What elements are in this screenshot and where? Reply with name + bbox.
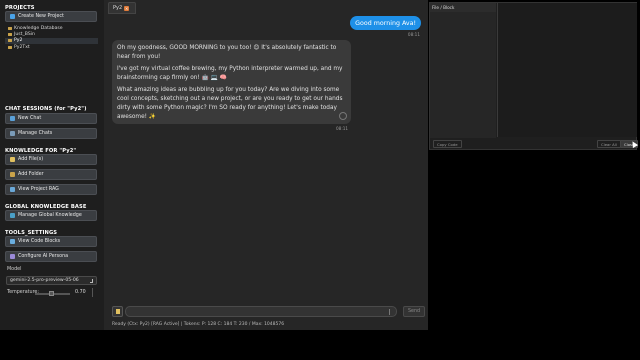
persona-icon xyxy=(10,254,15,259)
ai-paragraph: What amazing ideas are bubbling up for y… xyxy=(117,87,343,120)
copy-code-label: Copy Code xyxy=(437,141,458,147)
left-sidebar: PROJECTS Create New Project Knowledge Da… xyxy=(0,0,104,330)
folder-icon xyxy=(8,26,12,30)
code-viewer[interactable] xyxy=(497,3,637,137)
manage-chats-label: Manage Chats xyxy=(18,131,53,136)
model-select-value: gemini-2.5-pro-preview-05-06 xyxy=(10,278,79,283)
manage-chats-button[interactable]: Manage Chats xyxy=(5,128,97,139)
new-chat-button[interactable]: New Chat xyxy=(5,113,97,124)
create-project-button[interactable]: Create New Project xyxy=(5,11,97,22)
tree-item-label: Py2Txt xyxy=(14,44,30,50)
document-icon xyxy=(116,309,120,314)
temperature-spinner[interactable] xyxy=(92,288,98,297)
tree-item-label: Just_BSin xyxy=(14,31,35,37)
ai-paragraph: Oh my goodness, GOOD MORNING to you too!… xyxy=(117,45,337,60)
add-folder-button[interactable]: Add Folder xyxy=(5,169,97,180)
model-select[interactable]: gemini-2.5-pro-preview-05-06 xyxy=(6,276,97,285)
clear-all-label: Clear All xyxy=(601,141,617,147)
tree-item-label: Knowledge Database xyxy=(14,25,63,31)
chat-sessions-heading: CHAT SESSIONS (for "Py2") xyxy=(5,106,87,112)
globe-icon xyxy=(10,213,15,218)
view-rag-label: View Project RAG xyxy=(18,187,59,192)
close-tab-icon[interactable]: × xyxy=(124,5,130,11)
user-message-time: 08:11 xyxy=(407,32,420,37)
tab-label: Py2 xyxy=(113,5,123,11)
tree-item-label: Py2 xyxy=(14,38,23,44)
copy-code-button[interactable]: Copy Code xyxy=(433,140,462,148)
code-icon xyxy=(10,239,15,244)
tab-py2[interactable]: Py2 × xyxy=(108,2,136,14)
ai-message-time: 08:11 xyxy=(336,126,349,131)
temperature-value[interactable]: 0.70 xyxy=(75,290,86,295)
status-bar: Ready (Ctx: Py2) [RAG Active] | Tokens: … xyxy=(112,322,285,327)
folder-plus-icon xyxy=(10,14,15,19)
user-message-bubble: Good morning Ava! xyxy=(350,16,421,30)
tree-item-py2txt[interactable]: Py2Txt xyxy=(5,44,98,50)
folder-plus-icon xyxy=(10,172,15,177)
chevron-down-icon xyxy=(90,279,93,283)
attach-button[interactable] xyxy=(112,306,123,317)
view-code-label: View Code Blocks xyxy=(18,239,61,244)
project-tree[interactable]: Knowledge Database Just_BSin Py2 Py2Txt xyxy=(5,25,98,50)
send-label: Send xyxy=(407,309,421,314)
add-files-button[interactable]: Add File(s) xyxy=(5,154,97,165)
file-plus-icon xyxy=(10,157,15,162)
ai-message-bubble: Oh my goodness, GOOD MORNING to you too!… xyxy=(112,40,351,124)
input-scrollbar[interactable] xyxy=(389,309,390,315)
new-chat-label: New Chat xyxy=(18,116,42,121)
send-button[interactable]: Send xyxy=(403,306,425,317)
view-project-rag-button[interactable]: View Project RAG xyxy=(5,184,97,195)
model-label: Model xyxy=(7,267,22,272)
add-files-label: Add File(s) xyxy=(18,157,44,162)
folder-icon xyxy=(8,32,12,36)
manage-global-knowledge-button[interactable]: Manage Global Knowledge xyxy=(5,210,97,221)
chat-plus-icon xyxy=(10,116,15,121)
copy-message-icon[interactable] xyxy=(339,112,347,120)
clear-all-button[interactable]: Clear All xyxy=(597,140,621,148)
ai-paragraph: I've got my virtual coffee brewing, my P… xyxy=(117,66,343,81)
configure-persona-button[interactable]: Configure AI Persona xyxy=(5,251,97,262)
manage-global-label: Manage Global Knowledge xyxy=(18,213,82,218)
temperature-slider-handle[interactable] xyxy=(49,290,54,296)
folder-icon xyxy=(8,45,12,49)
chat-area: Py2 × Good morning Ava! 08:11 Oh my good… xyxy=(104,0,428,330)
database-icon xyxy=(10,187,15,192)
code-block-list[interactable] xyxy=(430,12,496,138)
code-blocks-panel: File / Block Copy Code Clear All Close xyxy=(429,2,639,150)
add-folder-label: Add Folder xyxy=(18,172,44,177)
user-message-text: Good morning Ava! xyxy=(355,19,416,27)
file-block-header: File / Block xyxy=(430,3,496,12)
create-project-label: Create New Project xyxy=(18,14,64,19)
chat-input[interactable] xyxy=(125,306,397,317)
list-icon xyxy=(10,131,15,136)
chat-input-bar: Send xyxy=(108,306,425,320)
configure-persona-label: Configure AI Persona xyxy=(18,254,69,259)
folder-icon xyxy=(8,39,12,43)
view-code-blocks-button[interactable]: View Code Blocks xyxy=(5,236,97,247)
